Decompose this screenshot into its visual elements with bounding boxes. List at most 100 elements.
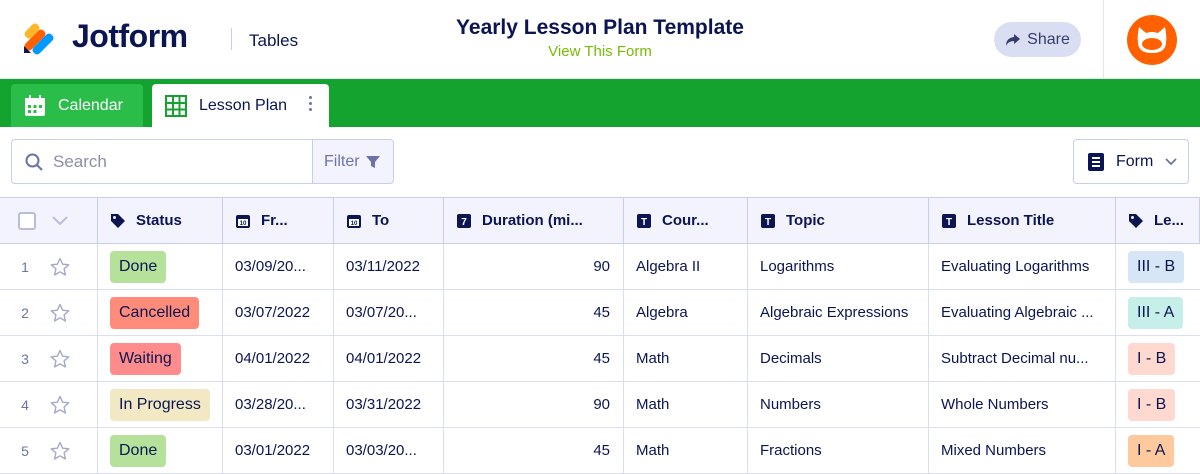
row-number: 1 <box>21 258 29 275</box>
cell-from[interactable]: 03/01/2022 <box>223 428 334 473</box>
cell-topic[interactable]: Numbers <box>748 382 929 427</box>
cell-text: Algebraic Expressions <box>760 304 909 321</box>
table-row[interactable]: 2 Cancelled 03/07/2022 03/07/20... 45 Algebra… <box>0 290 1200 336</box>
cell-duration[interactable]: 90 <box>444 382 624 427</box>
date-icon: 10 <box>347 214 361 228</box>
cell-course[interactable]: Algebra II <box>624 244 748 289</box>
cell-course[interactable]: Math <box>624 428 748 473</box>
cell-from[interactable]: 04/01/2022 <box>223 336 334 381</box>
cell-topic[interactable]: Fractions <box>748 428 929 473</box>
table-row[interactable]: 5 Done 03/01/2022 03/03/20... 45 Math Fraction… <box>0 428 1200 474</box>
cell-to[interactable]: 03/11/2022 <box>334 244 444 289</box>
brand-name: Jotform <box>72 18 188 54</box>
column-header-level[interactable]: Le... <box>1116 198 1200 243</box>
cell-lesson-title[interactable]: Evaluating Logarithms <box>929 244 1116 289</box>
cell-lesson-title[interactable]: Mixed Numbers <box>929 428 1116 473</box>
cell-level[interactable]: III - B <box>1116 244 1200 289</box>
cell-to[interactable]: 03/07/20... <box>334 290 444 335</box>
column-label: To <box>372 212 390 229</box>
cell-lesson-title[interactable]: Evaluating Algebraic ... <box>929 290 1116 335</box>
star-icon[interactable] <box>50 257 70 277</box>
level-badge: III - A <box>1128 296 1184 329</box>
table-row[interactable]: 1 Done 03/09/20... 03/11/2022 90 Algebra II Lo… <box>0 244 1200 290</box>
star-icon[interactable] <box>50 395 70 415</box>
svg-text:7: 7 <box>461 217 467 228</box>
text-icon: T <box>637 213 651 228</box>
column-header-topic[interactable]: T Topic <box>748 198 929 243</box>
cell-lesson-title[interactable]: Subtract Decimal nu... <box>929 336 1116 381</box>
form-icon <box>1088 152 1104 171</box>
chevron-down-icon[interactable] <box>52 215 68 226</box>
jotform-logo[interactable]: Jotform <box>22 18 188 55</box>
star-icon[interactable] <box>50 349 70 369</box>
search-input[interactable] <box>53 151 293 172</box>
tab-lesson-plan[interactable]: Lesson Plan <box>152 84 329 127</box>
column-header-duration[interactable]: 7 Duration (mi... <box>444 198 624 243</box>
row-select-cell: 5 <box>0 428 98 473</box>
cell-status[interactable]: In Progress <box>98 382 223 427</box>
star-icon[interactable] <box>50 441 70 461</box>
view-form-link[interactable]: View This Form <box>400 43 800 60</box>
cell-duration[interactable]: 45 <box>444 290 624 335</box>
row-number: 4 <box>21 396 29 413</box>
column-header-lesson-title[interactable]: T Lesson Title <box>929 198 1116 243</box>
table-row[interactable]: 4 In Progress 03/28/20... 03/31/2022 90 Math N… <box>0 382 1200 428</box>
tab-calendar[interactable]: Calendar <box>11 84 143 127</box>
tab-calendar-label: Calendar <box>58 96 123 114</box>
form-button[interactable]: Form <box>1073 139 1189 184</box>
share-button[interactable]: Share <box>994 22 1081 57</box>
cell-status[interactable]: Done <box>98 428 223 473</box>
cell-duration[interactable]: 45 <box>444 428 624 473</box>
status-badge: Cancelled <box>110 296 200 329</box>
cell-level[interactable]: I - B <box>1116 336 1200 381</box>
calendar-icon <box>24 94 46 117</box>
cell-status[interactable]: Done <box>98 244 223 289</box>
text-icon: T <box>761 213 775 228</box>
cell-from[interactable]: 03/28/20... <box>223 382 334 427</box>
cat-avatar-icon <box>1137 27 1167 53</box>
cell-from[interactable]: 03/09/20... <box>223 244 334 289</box>
cell-duration[interactable]: 90 <box>444 244 624 289</box>
cell-text: 04/01/2022 <box>346 350 422 367</box>
cell-status[interactable]: Waiting <box>98 336 223 381</box>
cell-text: Math <box>636 442 670 459</box>
select-all-checkbox[interactable] <box>18 211 36 230</box>
cell-text: Whole Numbers <box>941 396 1049 413</box>
select-all-header <box>0 198 98 243</box>
cell-level[interactable]: I - B <box>1116 382 1200 427</box>
column-label: Fr... <box>261 212 288 229</box>
level-badge: I - B <box>1128 342 1176 375</box>
cell-level[interactable]: III - A <box>1116 290 1200 335</box>
svg-text:10: 10 <box>240 221 247 227</box>
cell-course[interactable]: Algebra <box>624 290 748 335</box>
avatar[interactable] <box>1127 15 1177 65</box>
cell-topic[interactable]: Decimals <box>748 336 929 381</box>
row-select-cell: 4 <box>0 382 98 427</box>
svg-text:T: T <box>765 217 771 228</box>
number-icon: 7 <box>457 213 471 228</box>
column-header-course[interactable]: T Cour... <box>624 198 748 243</box>
cell-course[interactable]: Math <box>624 382 748 427</box>
column-header-from[interactable]: 10 Fr... <box>223 198 334 243</box>
cell-topic[interactable]: Algebraic Expressions <box>748 290 929 335</box>
column-header-status[interactable]: Status <box>98 198 223 243</box>
cell-to[interactable]: 03/03/20... <box>334 428 444 473</box>
section-label: Tables <box>249 31 299 50</box>
cell-text: 03/28/20... <box>235 396 306 413</box>
cell-status[interactable]: Cancelled <box>98 290 223 335</box>
cell-to[interactable]: 03/31/2022 <box>334 382 444 427</box>
cell-text: Algebra <box>636 304 688 321</box>
cell-course[interactable]: Math <box>624 336 748 381</box>
column-header-to[interactable]: 10 To <box>334 198 444 243</box>
table-row[interactable]: 3 Waiting 04/01/2022 04/01/2022 45 Math Decima… <box>0 336 1200 382</box>
cell-text: Logarithms <box>760 258 835 275</box>
cell-to[interactable]: 04/01/2022 <box>334 336 444 381</box>
star-icon[interactable] <box>50 303 70 323</box>
cell-from[interactable]: 03/07/2022 <box>223 290 334 335</box>
cell-topic[interactable]: Logarithms <box>748 244 929 289</box>
tab-more-icon[interactable] <box>309 96 312 111</box>
cell-level[interactable]: I - A <box>1116 428 1200 473</box>
filter-button[interactable]: Filter <box>312 139 394 184</box>
cell-lesson-title[interactable]: Whole Numbers <box>929 382 1116 427</box>
cell-duration[interactable]: 45 <box>444 336 624 381</box>
